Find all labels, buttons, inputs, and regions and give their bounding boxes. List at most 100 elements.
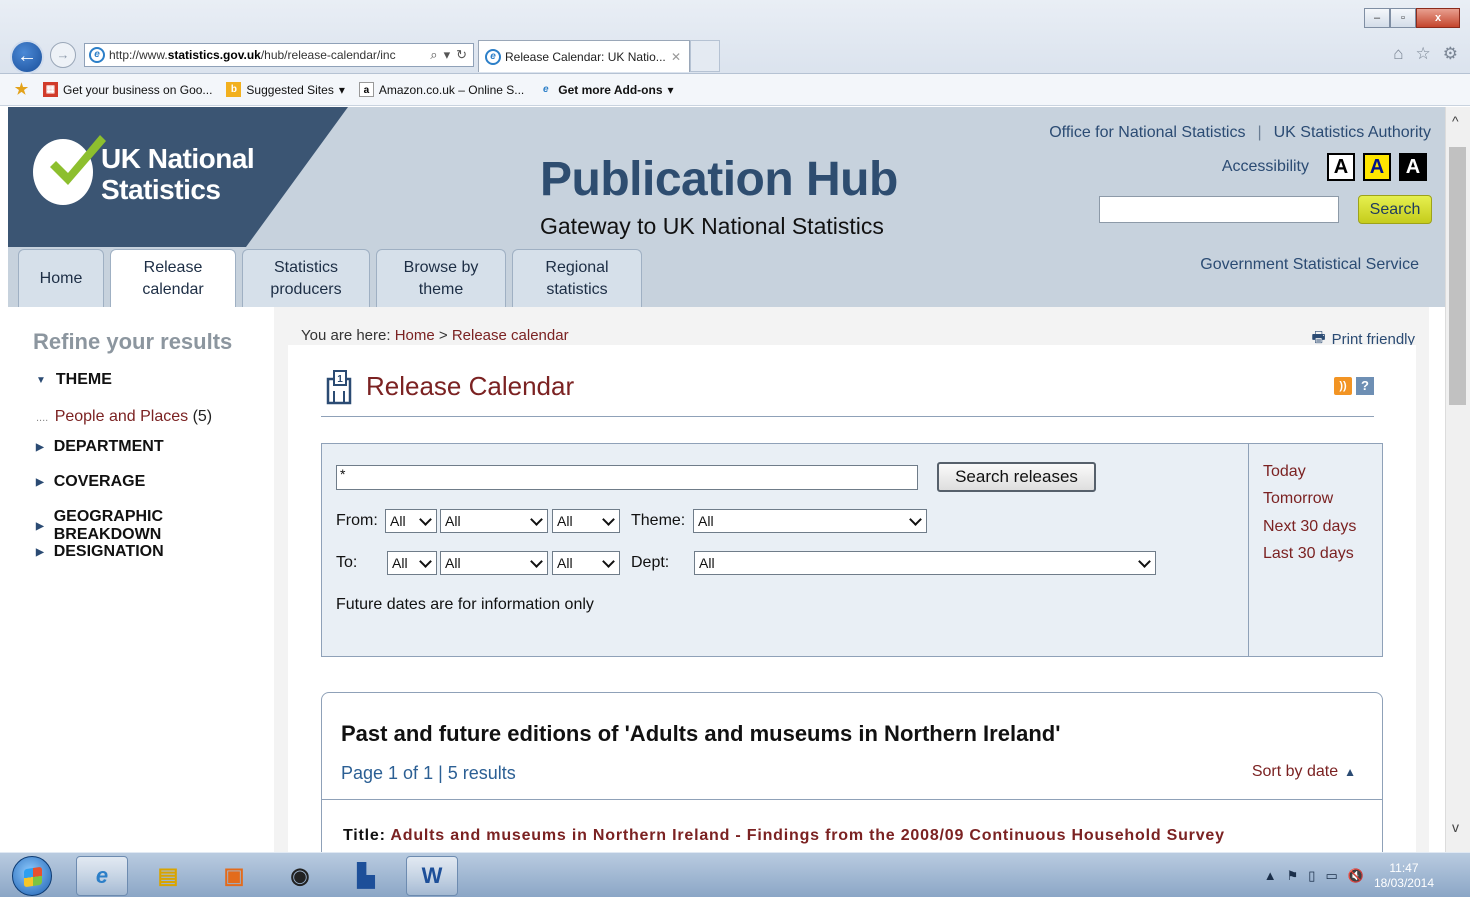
- favorite-suggested-sites[interactable]: b Suggested Sites ▾: [226, 82, 345, 97]
- divider: |: [1257, 124, 1262, 141]
- contrast-dark-button[interactable]: A: [1399, 153, 1427, 181]
- scroll-thumb[interactable]: [1449, 147, 1466, 405]
- taskbar-file-explorer-icon[interactable]: ▤: [142, 856, 194, 896]
- tab-close-icon[interactable]: ✕: [671, 50, 681, 64]
- taskbar-remote-desktop-icon[interactable]: ▙: [340, 856, 392, 896]
- tab-statistics-producers[interactable]: Statistics producers: [242, 249, 370, 307]
- forward-button[interactable]: →: [50, 42, 76, 68]
- triangle-down-icon: ▼: [36, 374, 46, 386]
- start-button[interactable]: [12, 856, 52, 896]
- back-button[interactable]: ←: [10, 40, 44, 74]
- contrast-default-button[interactable]: A: [1327, 153, 1355, 181]
- help-icon[interactable]: ?: [1356, 377, 1374, 395]
- breadcrumb-home[interactable]: Home: [395, 327, 435, 344]
- from-label: From:: [336, 512, 378, 529]
- favorite-google-business[interactable]: ▦ Get your business on Goo...: [43, 82, 212, 97]
- address-url[interactable]: http://www.statistics.gov.uk/hub/release…: [109, 48, 424, 62]
- google-business-icon: ▦: [43, 82, 58, 97]
- from-month-select[interactable]: All: [440, 509, 548, 533]
- main-nav: Home Release calendar Statistics produce…: [18, 249, 642, 307]
- link-last-30-days[interactable]: Last 30 days: [1263, 545, 1354, 563]
- triangle-right-icon: ▶: [36, 546, 44, 558]
- link-tomorrow[interactable]: Tomorrow: [1263, 490, 1333, 508]
- system-tray: ▲ ⚑ ▯ ▭ 🔇 11:47 18/03/2014: [1264, 853, 1470, 898]
- flag-icon[interactable]: ⚑: [1287, 868, 1299, 884]
- browser-tab-release-calendar[interactable]: e Release Calendar: UK Natio... ✕: [478, 40, 690, 72]
- site-search-input[interactable]: [1099, 196, 1339, 223]
- tab-browse-by-theme[interactable]: Browse by theme: [376, 249, 506, 307]
- gear-icon[interactable]: ⚙: [1443, 44, 1458, 64]
- show-hidden-icons-icon[interactable]: ▲: [1264, 868, 1277, 883]
- favorite-get-addons[interactable]: e Get more Add-ons ▾: [538, 82, 674, 97]
- link-gss[interactable]: Government Statistical Service: [1200, 256, 1419, 274]
- tab-regional-statistics[interactable]: Regional statistics: [512, 249, 642, 307]
- refresh-icon[interactable]: ↻: [456, 47, 467, 63]
- taskbar-word-icon[interactable]: W: [406, 856, 458, 896]
- breadcrumb-current[interactable]: Release calendar: [452, 327, 569, 344]
- link-ons[interactable]: Office for National Statistics: [1049, 124, 1245, 142]
- taskbar-ie-icon[interactable]: e: [76, 856, 128, 896]
- triangle-right-icon: ▶: [36, 520, 44, 532]
- contrast-yellow-button[interactable]: A: [1363, 153, 1391, 181]
- triangle-right-icon: ▶: [36, 441, 44, 453]
- close-window-button[interactable]: x: [1416, 8, 1460, 28]
- theme-select[interactable]: All: [693, 509, 927, 533]
- to-day-select[interactable]: All: [387, 551, 437, 575]
- link-today[interactable]: Today: [1263, 463, 1306, 481]
- site-logo[interactable]: UK National Statistics: [101, 143, 255, 205]
- dept-select[interactable]: All: [694, 551, 1156, 575]
- link-uk-statistics-authority[interactable]: UK Statistics Authority: [1274, 124, 1431, 142]
- facet-item-people-places[interactable]: .... People and Places (5): [36, 408, 212, 426]
- favorite-amazon[interactable]: a Amazon.co.uk – Online S...: [358, 82, 524, 97]
- volume-muted-icon[interactable]: 🔇: [1348, 868, 1364, 884]
- to-year-select[interactable]: All: [552, 551, 620, 575]
- scroll-down-icon[interactable]: v: [1452, 819, 1459, 835]
- taskbar-speaker-app-icon[interactable]: ◉: [274, 856, 326, 896]
- scroll-up-icon[interactable]: ^: [1452, 113, 1459, 129]
- network-icon[interactable]: ▭: [1325, 868, 1337, 884]
- address-bar[interactable]: e http://www.statistics.gov.uk/hub/relea…: [84, 43, 474, 67]
- tab-home[interactable]: Home: [18, 249, 104, 307]
- tab-release-calendar[interactable]: Release calendar: [110, 249, 236, 307]
- from-day-select[interactable]: All: [385, 509, 437, 533]
- maximize-button[interactable]: ▫: [1390, 8, 1416, 28]
- page-scrollbar[interactable]: ^ v: [1445, 107, 1470, 852]
- add-to-favorites-icon[interactable]: ★: [14, 82, 29, 97]
- favorites-bar: ★ ▦ Get your business on Goo... b Sugges…: [0, 74, 1470, 106]
- facet-geographic-breakdown[interactable]: ▶ GEOGRAPHIC BREAKDOWN: [36, 508, 274, 544]
- search-releases-button[interactable]: Search releases: [937, 462, 1096, 492]
- svg-text:1: 1: [337, 374, 343, 385]
- result-title-link[interactable]: Adults and museums in Northern Ireland -…: [390, 827, 1224, 844]
- new-tab-button[interactable]: [690, 40, 720, 72]
- rss-icon[interactable]: )): [1334, 377, 1352, 395]
- system-clock[interactable]: 11:47 18/03/2014: [1374, 861, 1434, 891]
- refine-title: Refine your results: [33, 329, 233, 354]
- chevron-down-icon: ▾: [338, 82, 345, 97]
- minimize-button[interactable]: –: [1364, 8, 1390, 28]
- sort-by-date-link[interactable]: Sort by date ▲: [1252, 763, 1356, 781]
- ie-icon: e: [542, 84, 549, 95]
- page-title: Publication Hub: [540, 153, 898, 206]
- window-controls: – ▫ x: [1364, 8, 1460, 28]
- to-month-select[interactable]: All: [440, 551, 548, 575]
- device-icon[interactable]: ▯: [1308, 868, 1315, 884]
- from-year-select[interactable]: All: [552, 509, 620, 533]
- web-page: UK National Statistics Publication Hub G…: [8, 107, 1445, 852]
- taskbar-media-player-icon[interactable]: ▣: [208, 856, 260, 896]
- chevron-down-icon: ▾: [667, 82, 674, 97]
- sort-ascending-icon: ▲: [1344, 765, 1356, 779]
- home-icon[interactable]: ⌂: [1393, 44, 1403, 64]
- divider: [321, 416, 1374, 417]
- facet-coverage[interactable]: ▶ COVERAGE: [36, 473, 145, 491]
- facet-department[interactable]: ▶ DEPARTMENT: [36, 438, 164, 456]
- address-search-icon[interactable]: ⌕: [430, 47, 437, 63]
- facet-theme[interactable]: ▼ THEME: [36, 371, 112, 389]
- address-dropdown-icon[interactable]: ▾: [444, 47, 451, 63]
- browser-titlebar: – ▫ x ← → e http://www.statistics.gov.uk…: [0, 0, 1470, 74]
- favorites-star-icon[interactable]: ☆: [1416, 44, 1431, 64]
- release-search-input[interactable]: *: [336, 465, 918, 490]
- link-next-30-days[interactable]: Next 30 days: [1263, 518, 1356, 536]
- accessibility-link[interactable]: Accessibility: [1222, 158, 1309, 176]
- facet-designation[interactable]: ▶ DESIGNATION: [36, 543, 164, 561]
- site-search-button[interactable]: Search: [1358, 195, 1432, 224]
